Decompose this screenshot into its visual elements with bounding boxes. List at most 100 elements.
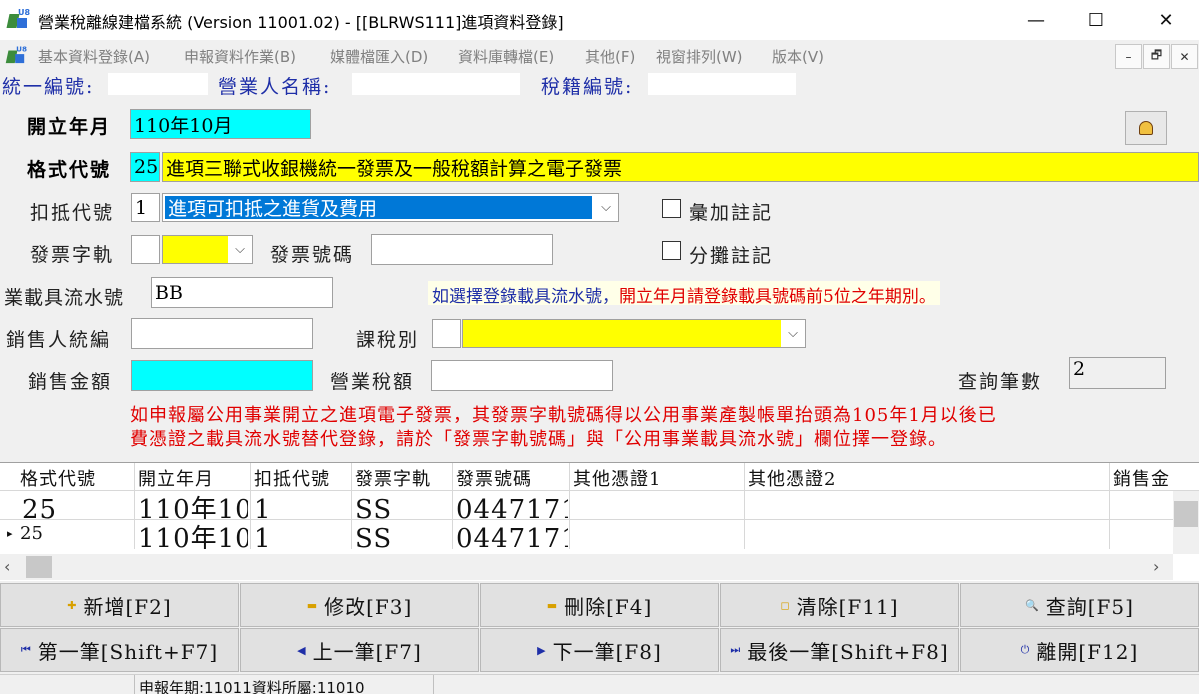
grid-cell[interactable]: 0447171	[456, 492, 568, 519]
clear-button[interactable]: ◻ 清除[F11]	[720, 583, 959, 627]
edit-button[interactable]: ▬ 修改[F3]	[240, 583, 479, 627]
grid-header-open-month[interactable]: 開立年月	[138, 465, 214, 491]
query-count-label: 查詢筆數	[958, 371, 1043, 393]
grid-header-other-voucher-2[interactable]: 其他憑證2	[748, 465, 836, 491]
print-button[interactable]	[1125, 111, 1167, 145]
last-icon: ⏭	[730, 643, 742, 656]
format-code-input[interactable]: 25	[130, 152, 160, 182]
delete-button[interactable]: ▬ 刪除[F4]	[480, 583, 719, 627]
tax-type-code-input[interactable]	[432, 319, 461, 348]
grid-cell[interactable]: 1	[254, 521, 349, 549]
invoice-track-select[interactable]: ⌵	[162, 235, 253, 264]
table-row[interactable]: 25 110年10 1 SS 0447171	[0, 492, 1173, 520]
grid-header-sales-amount[interactable]: 銷售金	[1113, 465, 1173, 491]
business-tax-input[interactable]	[431, 360, 613, 391]
apportion-label: 分攤註記	[689, 245, 774, 267]
scroll-right-icon[interactable]: ›	[1153, 557, 1159, 576]
scroll-left-icon[interactable]: ‹	[4, 557, 10, 576]
prev-icon: ◀	[297, 643, 307, 657]
menu-version[interactable]: 版本(V)	[772, 46, 824, 67]
carrier-note: 如選擇登錄載具流水號，開立年月請登錄載具號碼前5位之年期別。	[428, 281, 940, 307]
status-text: 申報年期:11011資料所屬:11010	[134, 675, 434, 694]
grid-header-other-voucher-1[interactable]: 其他憑證1	[573, 465, 661, 491]
grid-cell[interactable]: 25	[20, 523, 43, 545]
vertical-scroll-thumb[interactable]	[1174, 501, 1198, 527]
mdi-app-icon: U8	[5, 45, 27, 65]
seller-id-input[interactable]	[131, 318, 313, 349]
tax-type-value	[463, 320, 781, 347]
deduct-code-label: 扣抵代號	[30, 202, 115, 224]
grid-cell[interactable]: 110年10	[138, 521, 248, 549]
horizontal-scroll-thumb[interactable]	[26, 556, 52, 578]
sales-amount-input[interactable]	[131, 360, 313, 391]
minus-icon: ▬	[306, 598, 319, 612]
plus-icon: ✚	[67, 598, 78, 612]
tax-reg-value	[648, 73, 796, 95]
search-icon: 🔍	[1025, 598, 1040, 612]
query-count-value: 2	[1069, 357, 1166, 389]
carrier-input[interactable]: BB	[151, 277, 333, 308]
grid-cell[interactable]: 1	[254, 492, 349, 519]
grid-cell[interactable]: 110年10	[138, 492, 248, 519]
grid-cell[interactable]: 0447171	[456, 521, 568, 549]
menu-declaration[interactable]: 申報資料作業(B)	[184, 46, 296, 67]
last-record-button[interactable]: ⏭ 最後一筆[Shift+F8]	[720, 628, 959, 672]
invoice-no-input[interactable]	[371, 234, 553, 265]
format-code-description[interactable]: 進項三聯式收銀機統一發票及一般稅額計算之電子發票	[162, 152, 1199, 182]
tax-type-label: 課稅別	[356, 329, 420, 351]
grid-cell[interactable]: 25	[22, 492, 132, 519]
tax-type-select[interactable]: ⌵	[462, 319, 806, 348]
chevron-down-icon[interactable]: ⌵	[781, 320, 805, 347]
mdi-restore-button[interactable]: 🗗	[1143, 44, 1170, 69]
menu-other[interactable]: 其他(F)	[585, 46, 635, 67]
grid-cell[interactable]: SS	[355, 521, 450, 549]
aggregate-checkbox[interactable]	[662, 199, 681, 218]
grid-header-invoice-no[interactable]: 發票號碼	[456, 465, 532, 491]
aggregate-label: 彙加註記	[689, 202, 774, 224]
sales-amount-label: 銷售金額	[28, 371, 113, 393]
exit-button[interactable]: ⏻ 離開[F12]	[960, 628, 1199, 672]
next-record-button[interactable]: ▶ 下一筆[F8]	[480, 628, 719, 672]
square-icon: ◻	[780, 598, 791, 612]
window-minimize-button[interactable]: —	[1013, 0, 1059, 40]
menu-window[interactable]: 視窗排列(W)	[656, 46, 743, 67]
add-button[interactable]: ✚ 新增[F2]	[0, 583, 239, 627]
window-close-button[interactable]: ✕	[1143, 0, 1189, 40]
table-row[interactable]: ▸ 25 110年10 1 SS 0447171	[0, 521, 1173, 549]
warning-line-1: 如申報屬公用事業開立之進項電子發票，其發票字軌號碼得以公用事業產製帳單抬頭為10…	[130, 405, 997, 426]
grid-cell[interactable]: SS	[355, 492, 450, 519]
next-icon: ▶	[537, 643, 547, 657]
horizontal-scrollbar[interactable]: ‹ ›	[0, 554, 1173, 580]
seller-id-label: 銷售人統編	[6, 329, 112, 351]
status-bar: 申報年期:11011資料所屬:11010	[0, 674, 1199, 694]
menu-basic-data[interactable]: 基本資料登錄(A)	[38, 46, 150, 67]
format-code-label: 格式代號	[27, 159, 112, 181]
grid-header-deduct-code[interactable]: 扣抵代號	[254, 465, 330, 491]
query-button[interactable]: 🔍 查詢[F5]	[960, 583, 1199, 627]
invoice-no-label: 發票號碼	[270, 244, 355, 266]
mdi-minimize-button[interactable]: –	[1115, 44, 1142, 69]
grid-header-format-code[interactable]: 格式代號	[20, 465, 96, 491]
apportion-checkbox[interactable]	[662, 241, 681, 260]
menu-media-import[interactable]: 媒體檔匯入(D)	[330, 46, 428, 67]
open-month-input[interactable]: 110年10月	[130, 109, 311, 139]
title-bar: U8 營業稅離線建檔系統 (Version 11001.02) - [[BLRW…	[0, 0, 1199, 40]
chevron-down-icon[interactable]: ⌵	[228, 236, 252, 263]
deduct-code-select[interactable]: 進項可扣抵之進貨及費用 ⌵	[162, 193, 619, 222]
window-maximize-button[interactable]: ☐	[1073, 0, 1119, 40]
chevron-down-icon[interactable]: ⌵	[594, 194, 618, 221]
carrier-label: 業載具流水號	[4, 287, 125, 309]
invoice-track-value	[163, 236, 228, 263]
deduct-code-selected-text: 進項可扣抵之進貨及費用	[163, 194, 595, 221]
menu-db-convert[interactable]: 資料庫轉檔(E)	[458, 46, 554, 67]
first-record-button[interactable]: ⏮ 第一筆[Shift+F7]	[0, 628, 239, 672]
prev-record-button[interactable]: ◀ 上一筆[F7]	[240, 628, 479, 672]
business-tax-label: 營業稅額	[330, 371, 415, 393]
grid-header-invoice-track[interactable]: 發票字軌	[355, 465, 431, 491]
deduct-code-input[interactable]: 1	[131, 193, 160, 222]
vertical-scrollbar[interactable]	[1173, 491, 1199, 554]
menu-bar: U8 基本資料登錄(A) 申報資料作業(B) 媒體檔匯入(D) 資料庫轉檔(E)…	[0, 40, 1199, 70]
first-icon: ⏮	[20, 643, 32, 656]
invoice-track-code-input[interactable]	[131, 235, 160, 264]
mdi-close-button[interactable]: ✕	[1171, 44, 1198, 69]
